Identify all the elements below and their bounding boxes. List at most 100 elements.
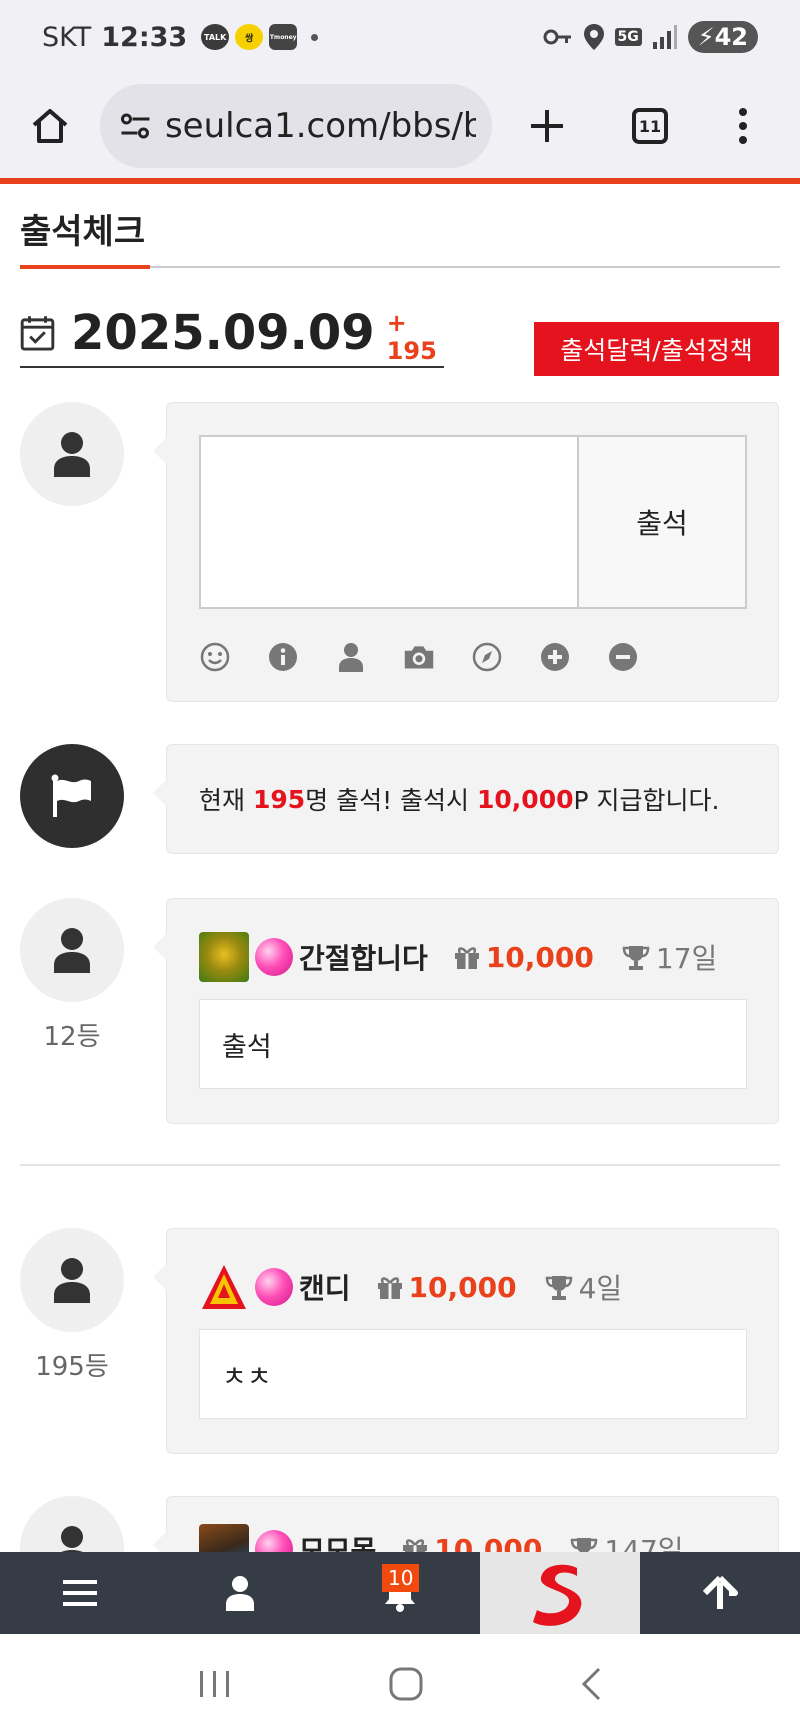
attend-submit-button[interactable]: 출석 <box>579 435 747 609</box>
entry-points: 10,000 <box>434 1532 543 1553</box>
entry-nickname[interactable]: 간절합니다 <box>299 937 428 977</box>
signal-icon <box>652 25 677 49</box>
entry-days: 147일 <box>604 1534 684 1552</box>
calendar-check-icon <box>20 316 55 351</box>
trophy-icon <box>545 1276 572 1300</box>
entry-rank: 195등 <box>35 1352 109 1382</box>
battery-level: 42 <box>714 23 748 51</box>
home-icon <box>32 109 68 143</box>
entry-avatar[interactable] <box>20 898 124 1002</box>
notice-points: 10,000 <box>477 784 574 814</box>
attendance-write-card: 출석 <box>153 402 779 702</box>
grade-orb-icon <box>255 1530 293 1552</box>
more-vertical-icon <box>739 108 747 144</box>
carrier-label: SKT <box>42 21 92 53</box>
notice-prefix: 현재 <box>199 786 253 815</box>
entry-comment: ㅊㅊ <box>199 1329 747 1419</box>
url-text[interactable]: seulca1.com/bbs/b <box>165 106 476 146</box>
system-navigation-bar <box>0 1634 800 1734</box>
entry-points: 10,000 <box>485 940 594 974</box>
scroll-top-button[interactable] <box>640 1552 800 1634</box>
tune-icon[interactable] <box>116 112 155 140</box>
browser-toolbar: seulca1.com/bbs/b 11 <box>0 74 800 178</box>
site-logo <box>533 1564 582 1626</box>
tmoney-notification-icon: Tmoney <box>269 24 298 50</box>
notice-suffix: P 지급합니다. <box>573 786 720 815</box>
back-icon[interactable] <box>579 1666 603 1702</box>
more-notifications-icon <box>311 33 319 41</box>
user-icon <box>226 1576 254 1611</box>
comment-textarea[interactable] <box>199 435 579 609</box>
new-tab-button[interactable] <box>492 76 602 176</box>
notice-middle: 명 출석! 출석시 <box>305 786 478 815</box>
notice-avatar <box>20 744 124 848</box>
home-button[interactable] <box>0 76 100 176</box>
trophy-icon <box>622 946 650 970</box>
gift-icon <box>403 1539 428 1552</box>
attendance-date: 2025.09.09 <box>71 305 375 361</box>
site-logo-button[interactable] <box>480 1552 640 1634</box>
browser-menu-button[interactable] <box>698 76 788 176</box>
site-bottom-nav: 10 <box>0 1552 800 1634</box>
user-icon <box>54 928 90 973</box>
status-bar: SKT 12:33 TALK 쌍 Tmoney 5G ⚡42 <box>0 0 800 74</box>
user-icon <box>61 1526 83 1552</box>
gift-icon <box>454 947 479 969</box>
entry-header: 캔디 10,000 4일 <box>199 1261 622 1313</box>
page-title: 출석체크 <box>20 212 146 252</box>
smile-icon[interactable] <box>199 641 231 673</box>
flag-icon <box>51 774 91 817</box>
attendance-entry: 모모몽 10,000 147일 <box>153 1496 779 1552</box>
menu-icon <box>63 1580 97 1606</box>
date-header: 2025.09.09 + 195 <box>20 300 444 368</box>
entry-header: 간절합니다 10,000 17일 <box>199 931 717 983</box>
arrow-up-icon <box>702 1575 738 1609</box>
my-avatar <box>20 402 124 506</box>
address-bar[interactable]: seulca1.com/bbs/b <box>100 84 492 168</box>
battery-indicator: ⚡42 <box>687 21 758 53</box>
talk-notification-icon: TALK <box>201 24 230 50</box>
entry-avatar[interactable] <box>20 1496 124 1552</box>
user-icon <box>54 432 90 477</box>
entry-avatar[interactable] <box>20 1228 124 1332</box>
level-icon <box>199 1524 249 1552</box>
info-icon[interactable] <box>267 641 299 673</box>
trophy-icon <box>571 1538 598 1552</box>
app-notification-icon: 쌍 <box>235 24 264 50</box>
page-content: 출석체크 2025.09.09 + 195 출석달력/출석정책 출석 현재 19… <box>0 184 800 1552</box>
menu-button[interactable] <box>0 1552 160 1634</box>
entry-rank: 12등 <box>43 1022 101 1052</box>
key-icon <box>543 29 571 45</box>
entry-nickname[interactable]: 모모몽 <box>299 1529 376 1552</box>
plus-circle-icon[interactable] <box>539 641 571 673</box>
entry-nickname[interactable]: 캔디 <box>299 1267 351 1307</box>
camera-icon[interactable] <box>403 641 435 673</box>
gift-icon <box>377 1277 402 1299</box>
entry-days: 17일 <box>655 942 718 975</box>
network-type: 5G <box>614 28 642 46</box>
recent-apps-icon[interactable] <box>197 1669 233 1699</box>
compass-icon[interactable] <box>471 641 503 673</box>
entry-days: 4일 <box>578 1272 623 1305</box>
entry-header: 모모몽 10,000 147일 <box>199 1523 684 1552</box>
level-icon <box>202 1265 246 1309</box>
entry-comment: 출석 <box>199 999 747 1089</box>
tabs-icon: 11 <box>632 108 668 144</box>
notice-count: 195 <box>252 784 306 814</box>
minus-circle-icon[interactable] <box>607 641 639 673</box>
grade-orb-icon <box>255 938 293 976</box>
notifications-button[interactable]: 10 <box>320 1552 480 1634</box>
title-accent <box>20 265 150 269</box>
home-nav-icon[interactable] <box>388 1666 424 1702</box>
profile-button[interactable] <box>160 1552 320 1634</box>
plus-icon <box>531 110 563 142</box>
tabs-button[interactable]: 11 <box>602 76 698 176</box>
attendance-count-badge: + 195 <box>386 309 437 365</box>
location-icon <box>583 24 604 50</box>
grade-orb-icon <box>255 1268 293 1306</box>
editor-toolbar <box>199 641 639 673</box>
attendance-policy-button[interactable]: 출석달력/출석정책 <box>534 322 779 376</box>
user-icon[interactable] <box>335 641 367 673</box>
notification-badge: 10 <box>382 1564 420 1592</box>
entry-divider <box>20 1164 780 1166</box>
